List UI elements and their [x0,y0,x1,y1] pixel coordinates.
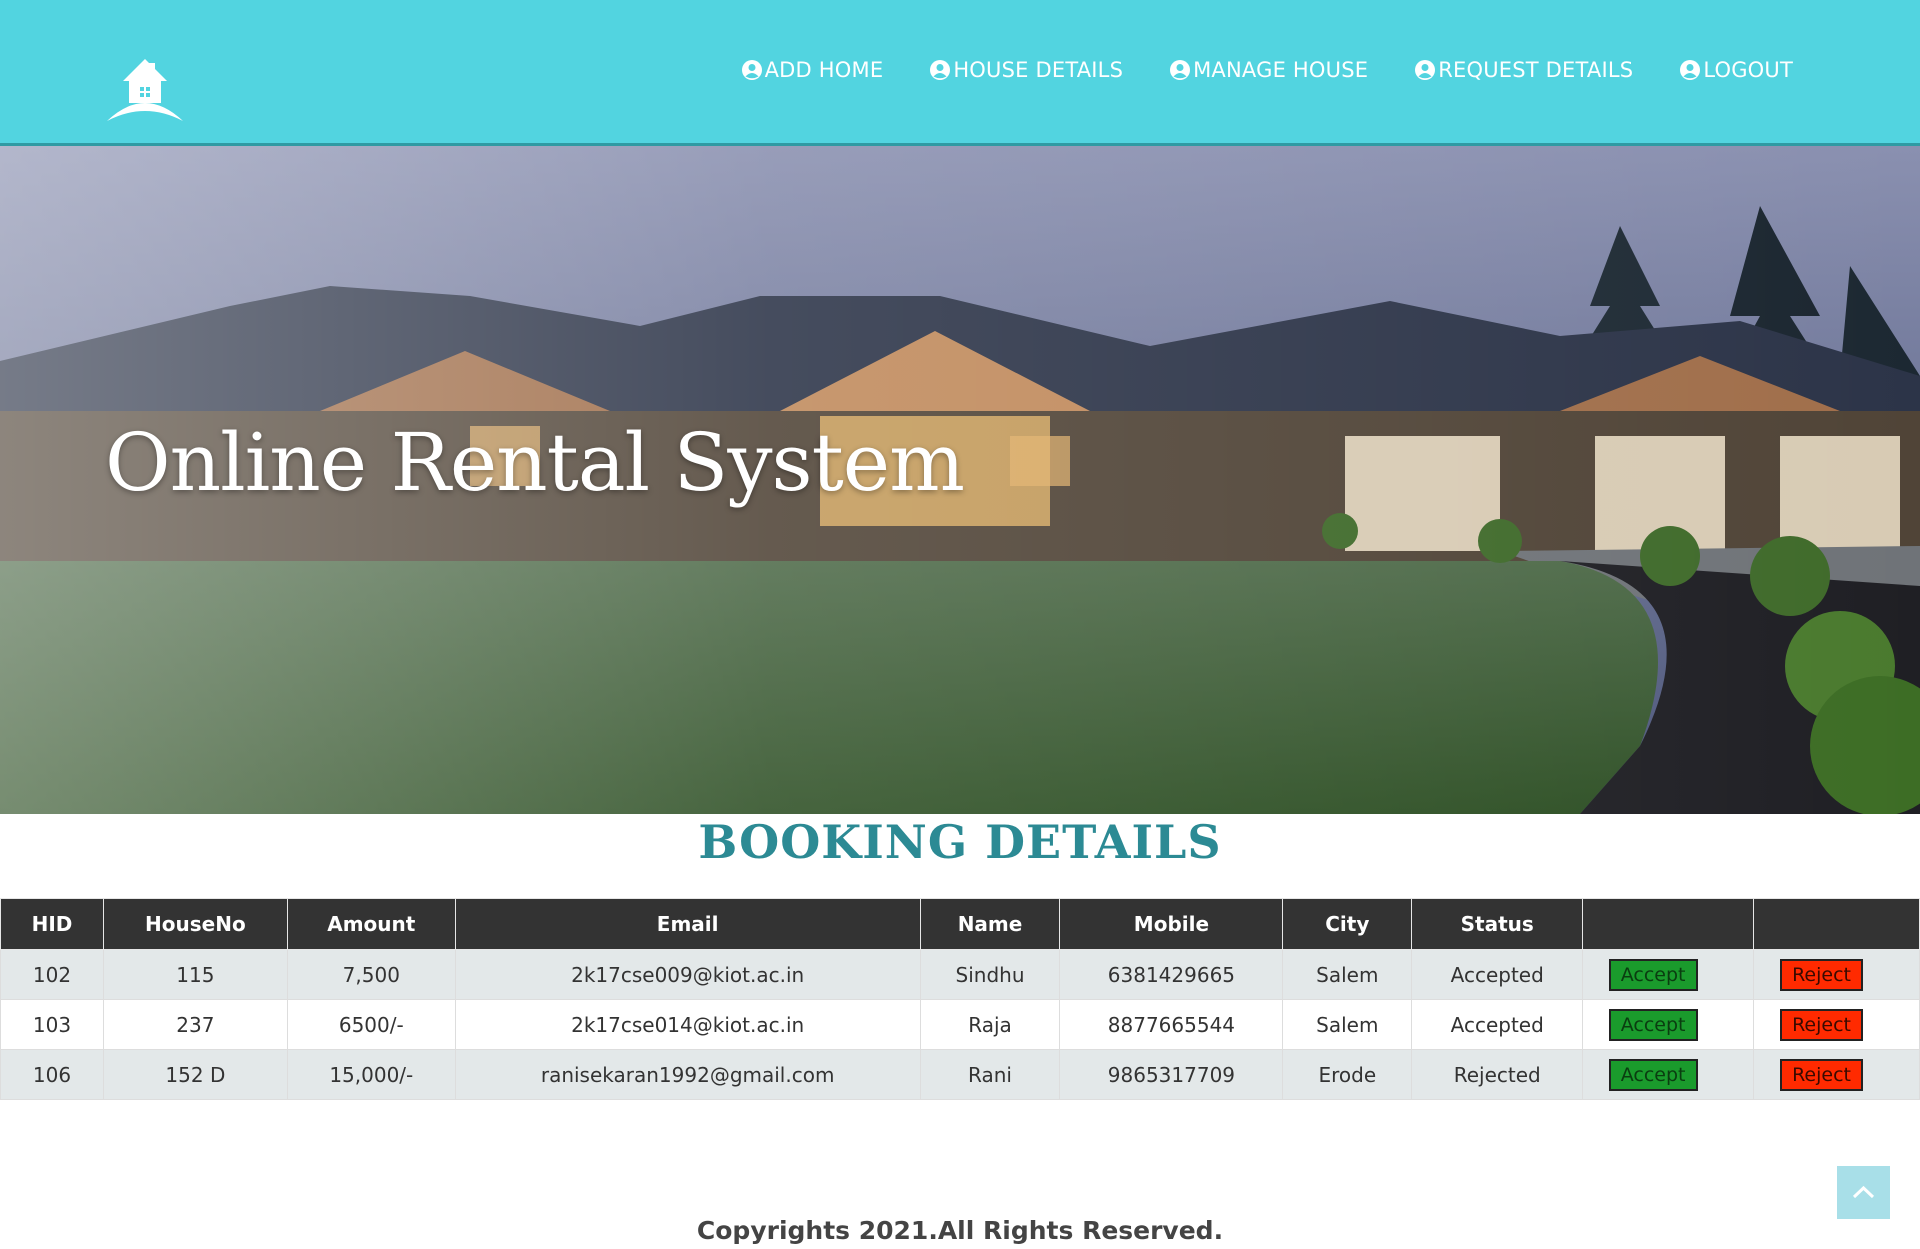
table-row: 103 237 6500/- 2k17cse014@kiot.ac.in Raj… [0,999,1920,1050]
cell-name: Sindhu [919,949,1061,1000]
cell-city: Salem [1282,999,1413,1050]
user-circle-icon [1170,60,1191,80]
user-circle-icon [741,60,762,80]
user-circle-icon [1415,60,1436,80]
user-circle-icon [930,60,951,80]
cell-status: Accepted [1411,999,1584,1050]
column-header-city: City [1282,898,1413,950]
column-header-houseno: HouseNo [102,898,288,950]
accept-button[interactable]: Accept [1608,958,1698,991]
hero-title: Online Rental System [105,416,965,509]
cell-amount: 7,500 [286,949,456,1000]
cell-hid: 103 [0,999,104,1050]
main-nav: ADD HOME HOUSE DETAILS MANAGE HOUSE REQU… [695,58,1793,82]
booking-details-title: BOOKING DETAILS [698,815,1222,869]
hero-banner: Online Rental System [0,146,1920,814]
cell-email: 2k17cse009@kiot.ac.in [454,949,921,1000]
cell-email: ranisekaran1992@gmail.com [454,1049,921,1100]
cell-hid: 106 [0,1049,104,1100]
column-header-hid: HID [0,898,104,950]
cell-amount: 15,000/- [286,1049,456,1100]
nav-house-details[interactable]: HOUSE DETAILS [929,58,1123,82]
reject-button[interactable]: Reject [1780,958,1863,991]
nav-request-details[interactable]: REQUEST DETAILS [1414,58,1633,82]
cell-city: Erode [1282,1049,1413,1100]
column-header-amount: Amount [286,898,456,950]
reject-button[interactable]: Reject [1780,1008,1863,1041]
cell-mobile: 9865317709 [1059,1049,1284,1100]
reject-button[interactable]: Reject [1780,1058,1863,1091]
top-header: ADD HOME HOUSE DETAILS MANAGE HOUSE REQU… [0,0,1920,146]
cell-reject: Reject [1753,949,1920,1000]
chevron-up-icon [1852,1185,1875,1199]
column-header-name: Name [919,898,1061,950]
cell-hid: 102 [0,949,104,1000]
table-header-row: HID HouseNo Amount Email Name Mobile Cit… [0,898,1920,950]
cell-amount: 6500/- [286,999,456,1050]
nav-manage-house-label: MANAGE HOUSE [1193,58,1369,82]
cell-accept: Accept [1582,1049,1755,1100]
booking-table: HID HouseNo Amount Email Name Mobile Cit… [0,898,1920,1100]
column-header-accept [1582,898,1755,950]
cell-accept: Accept [1582,999,1755,1050]
accept-button[interactable]: Accept [1608,1058,1698,1091]
cell-mobile: 6381429665 [1059,949,1284,1000]
nav-house-details-label: HOUSE DETAILS [953,58,1124,82]
nav-manage-house[interactable]: MANAGE HOUSE [1169,58,1368,82]
house-logo-icon[interactable] [105,55,185,125]
accept-button[interactable]: Accept [1608,1008,1698,1041]
column-header-email: Email [454,898,921,950]
cell-name: Rani [919,1049,1061,1100]
nav-request-details-label: REQUEST DETAILS [1438,58,1634,82]
column-header-status: Status [1411,898,1584,950]
cell-name: Raja [919,999,1061,1050]
cell-reject: Reject [1753,999,1920,1050]
cell-city: Salem [1282,949,1413,1000]
nav-add-home-label: ADD HOME [764,58,884,82]
cell-reject: Reject [1753,1049,1920,1100]
cell-houseno: 152 D [102,1049,288,1100]
nav-logout-label: LOGOUT [1703,58,1793,82]
cell-mobile: 8877665544 [1059,999,1284,1050]
column-header-mobile: Mobile [1059,898,1284,950]
footer-copyright: Copyrights 2021.All Rights Reserved. [696,1216,1224,1245]
column-header-reject [1753,898,1920,950]
nav-logout[interactable]: LOGOUT [1679,58,1793,82]
cell-houseno: 115 [102,949,288,1000]
user-circle-icon [1680,60,1701,80]
cell-status: Accepted [1411,949,1584,1000]
cell-houseno: 237 [102,999,288,1050]
cell-email: 2k17cse014@kiot.ac.in [454,999,921,1050]
table-row: 106 152 D 15,000/- ranisekaran1992@gmail… [0,1049,1920,1100]
nav-add-home[interactable]: ADD HOME [741,58,884,82]
cell-accept: Accept [1582,949,1755,1000]
cell-status: Rejected [1411,1049,1584,1100]
scroll-to-top-button[interactable] [1837,1166,1890,1219]
table-row: 102 115 7,500 2k17cse009@kiot.ac.in Sind… [0,949,1920,1000]
